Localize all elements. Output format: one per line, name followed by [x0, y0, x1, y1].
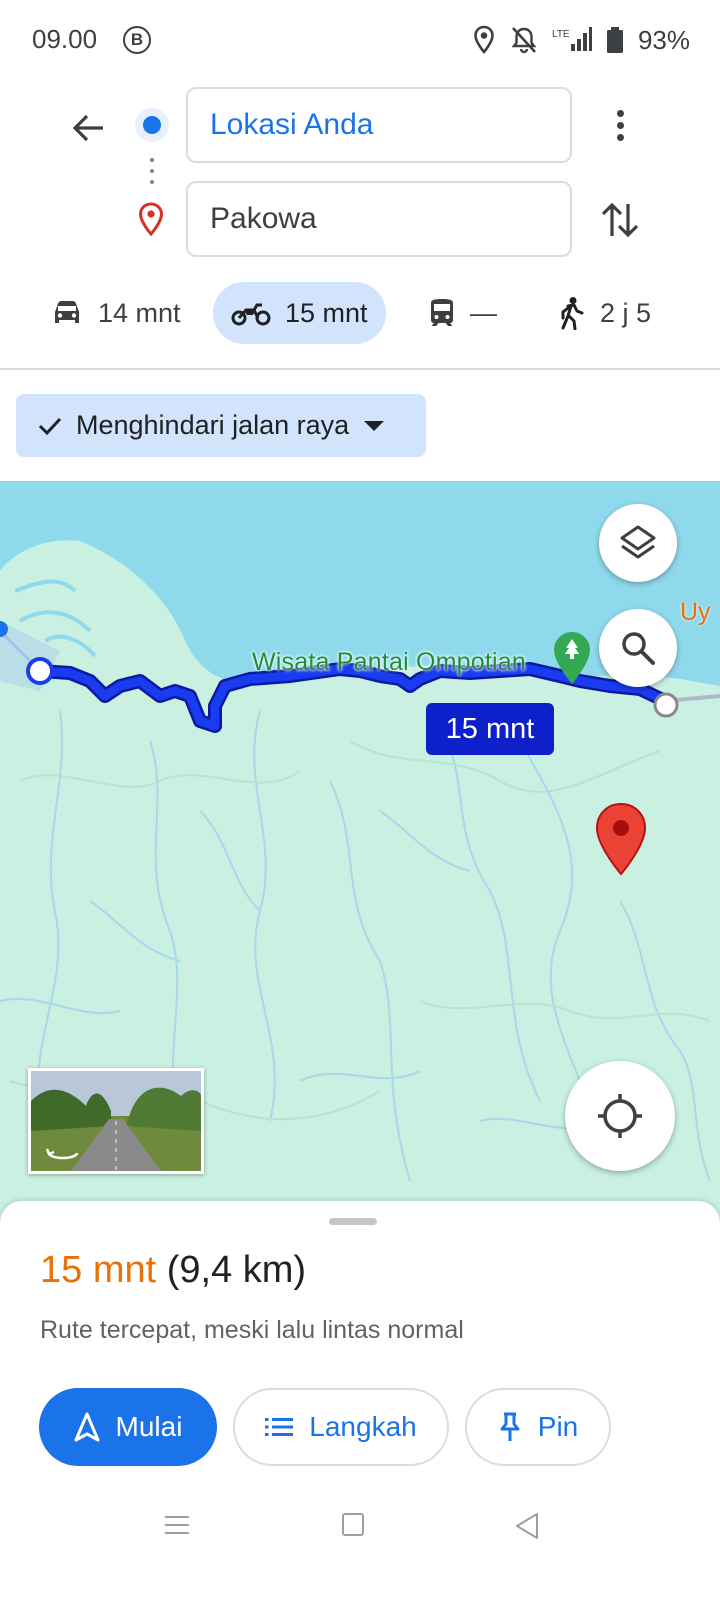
- transit-icon: [431, 299, 453, 326]
- battery-icon: [606, 27, 623, 53]
- origin-field[interactable]: Lokasi Anda: [186, 87, 572, 163]
- pushpin-icon: [500, 1412, 520, 1441]
- route-duration-badge[interactable]: 15 mnt: [426, 703, 554, 755]
- list-icon: [265, 1418, 294, 1436]
- status-bar: 09.00 B LTE 93%: [0, 0, 720, 82]
- route-note: Rute tercepat, meski lalu lintas normal: [40, 1316, 464, 1344]
- route-duration: 15 mnt: [40, 1249, 157, 1291]
- search-along-route-button[interactable]: [599, 609, 677, 687]
- street-view-thumbnail[interactable]: [28, 1068, 204, 1174]
- layers-button[interactable]: [599, 504, 677, 582]
- layers-icon: [620, 525, 656, 559]
- system-nav-bar: [0, 1490, 720, 1600]
- swap-button[interactable]: [596, 196, 644, 244]
- street-view-image: [31, 1071, 201, 1171]
- start-label: Mulai: [115, 1411, 183, 1442]
- battery-percent: 93%: [637, 24, 690, 55]
- walk-icon: [561, 297, 584, 330]
- b-app-icon: B: [123, 26, 151, 54]
- route-dots: [149, 158, 155, 192]
- location-icon: [474, 25, 494, 55]
- arrow-back-icon: [72, 114, 103, 142]
- chevron-down-icon: [364, 420, 385, 431]
- home-nav-icon[interactable]: [341, 1512, 365, 1538]
- more-options-button[interactable]: [598, 100, 642, 150]
- tab-walk[interactable]: 2 j 5: [556, 282, 651, 344]
- tab-walk-label: 2 j 5: [600, 297, 652, 328]
- back-button[interactable]: [64, 104, 112, 152]
- menu-nav-icon[interactable]: [164, 1512, 190, 1538]
- tab-car-label: 14 mnt: [98, 297, 181, 328]
- sheet-drag-handle[interactable]: [329, 1218, 377, 1225]
- navigation-arrow-icon: [74, 1412, 100, 1442]
- avoid-highways-chip[interactable]: Menghindari jalan raya: [16, 394, 426, 457]
- steps-button[interactable]: Langkah: [233, 1388, 449, 1466]
- crosshair-icon: [598, 1094, 642, 1138]
- car-icon: [55, 301, 79, 323]
- destination-marker-icon[interactable]: [594, 802, 648, 876]
- pin-label: Pin: [537, 1411, 579, 1442]
- status-time: 09.00: [32, 24, 98, 54]
- signal-icon: LTE: [552, 27, 592, 51]
- check-icon: [38, 417, 62, 435]
- poi-label[interactable]: Wisata Pantai Ompotian: [252, 648, 526, 677]
- tab-transit[interactable]: —: [428, 282, 497, 344]
- start-button[interactable]: Mulai: [39, 1388, 217, 1466]
- travel-mode-tabs: 14 mnt 15 mnt — 2 j 5: [0, 282, 720, 346]
- back-nav-icon[interactable]: [514, 1512, 540, 1540]
- tab-transit-label: —: [470, 297, 497, 328]
- steps-label: Langkah: [309, 1411, 417, 1442]
- swap-vertical-icon: [601, 202, 639, 238]
- tab-motorcycle-label: 15 mnt: [285, 297, 368, 328]
- notifications-off-icon: [511, 27, 537, 54]
- motorcycle-icon: [231, 303, 271, 326]
- lte-label: LTE: [552, 29, 570, 40]
- map-edge-label: Uy: [680, 598, 711, 626]
- divider: [0, 368, 720, 370]
- destination-pin-icon: [138, 202, 164, 236]
- route-summary: 15 mnt (9,4 km): [40, 1249, 306, 1292]
- chip-label: Menghindari jalan raya: [76, 410, 350, 440]
- origin-dot-icon: [135, 108, 169, 142]
- pin-button[interactable]: Pin: [465, 1388, 611, 1466]
- search-icon: [622, 632, 655, 665]
- destination-field[interactable]: Pakowa: [186, 181, 572, 257]
- my-location-button[interactable]: [565, 1061, 675, 1171]
- status-icons: LTE 93%: [472, 24, 690, 56]
- park-pin-icon[interactable]: [552, 630, 592, 688]
- route-distance: (9,4 km): [166, 1249, 307, 1291]
- tab-car[interactable]: 14 mnt: [50, 282, 181, 344]
- tab-motorcycle[interactable]: 15 mnt: [213, 282, 386, 344]
